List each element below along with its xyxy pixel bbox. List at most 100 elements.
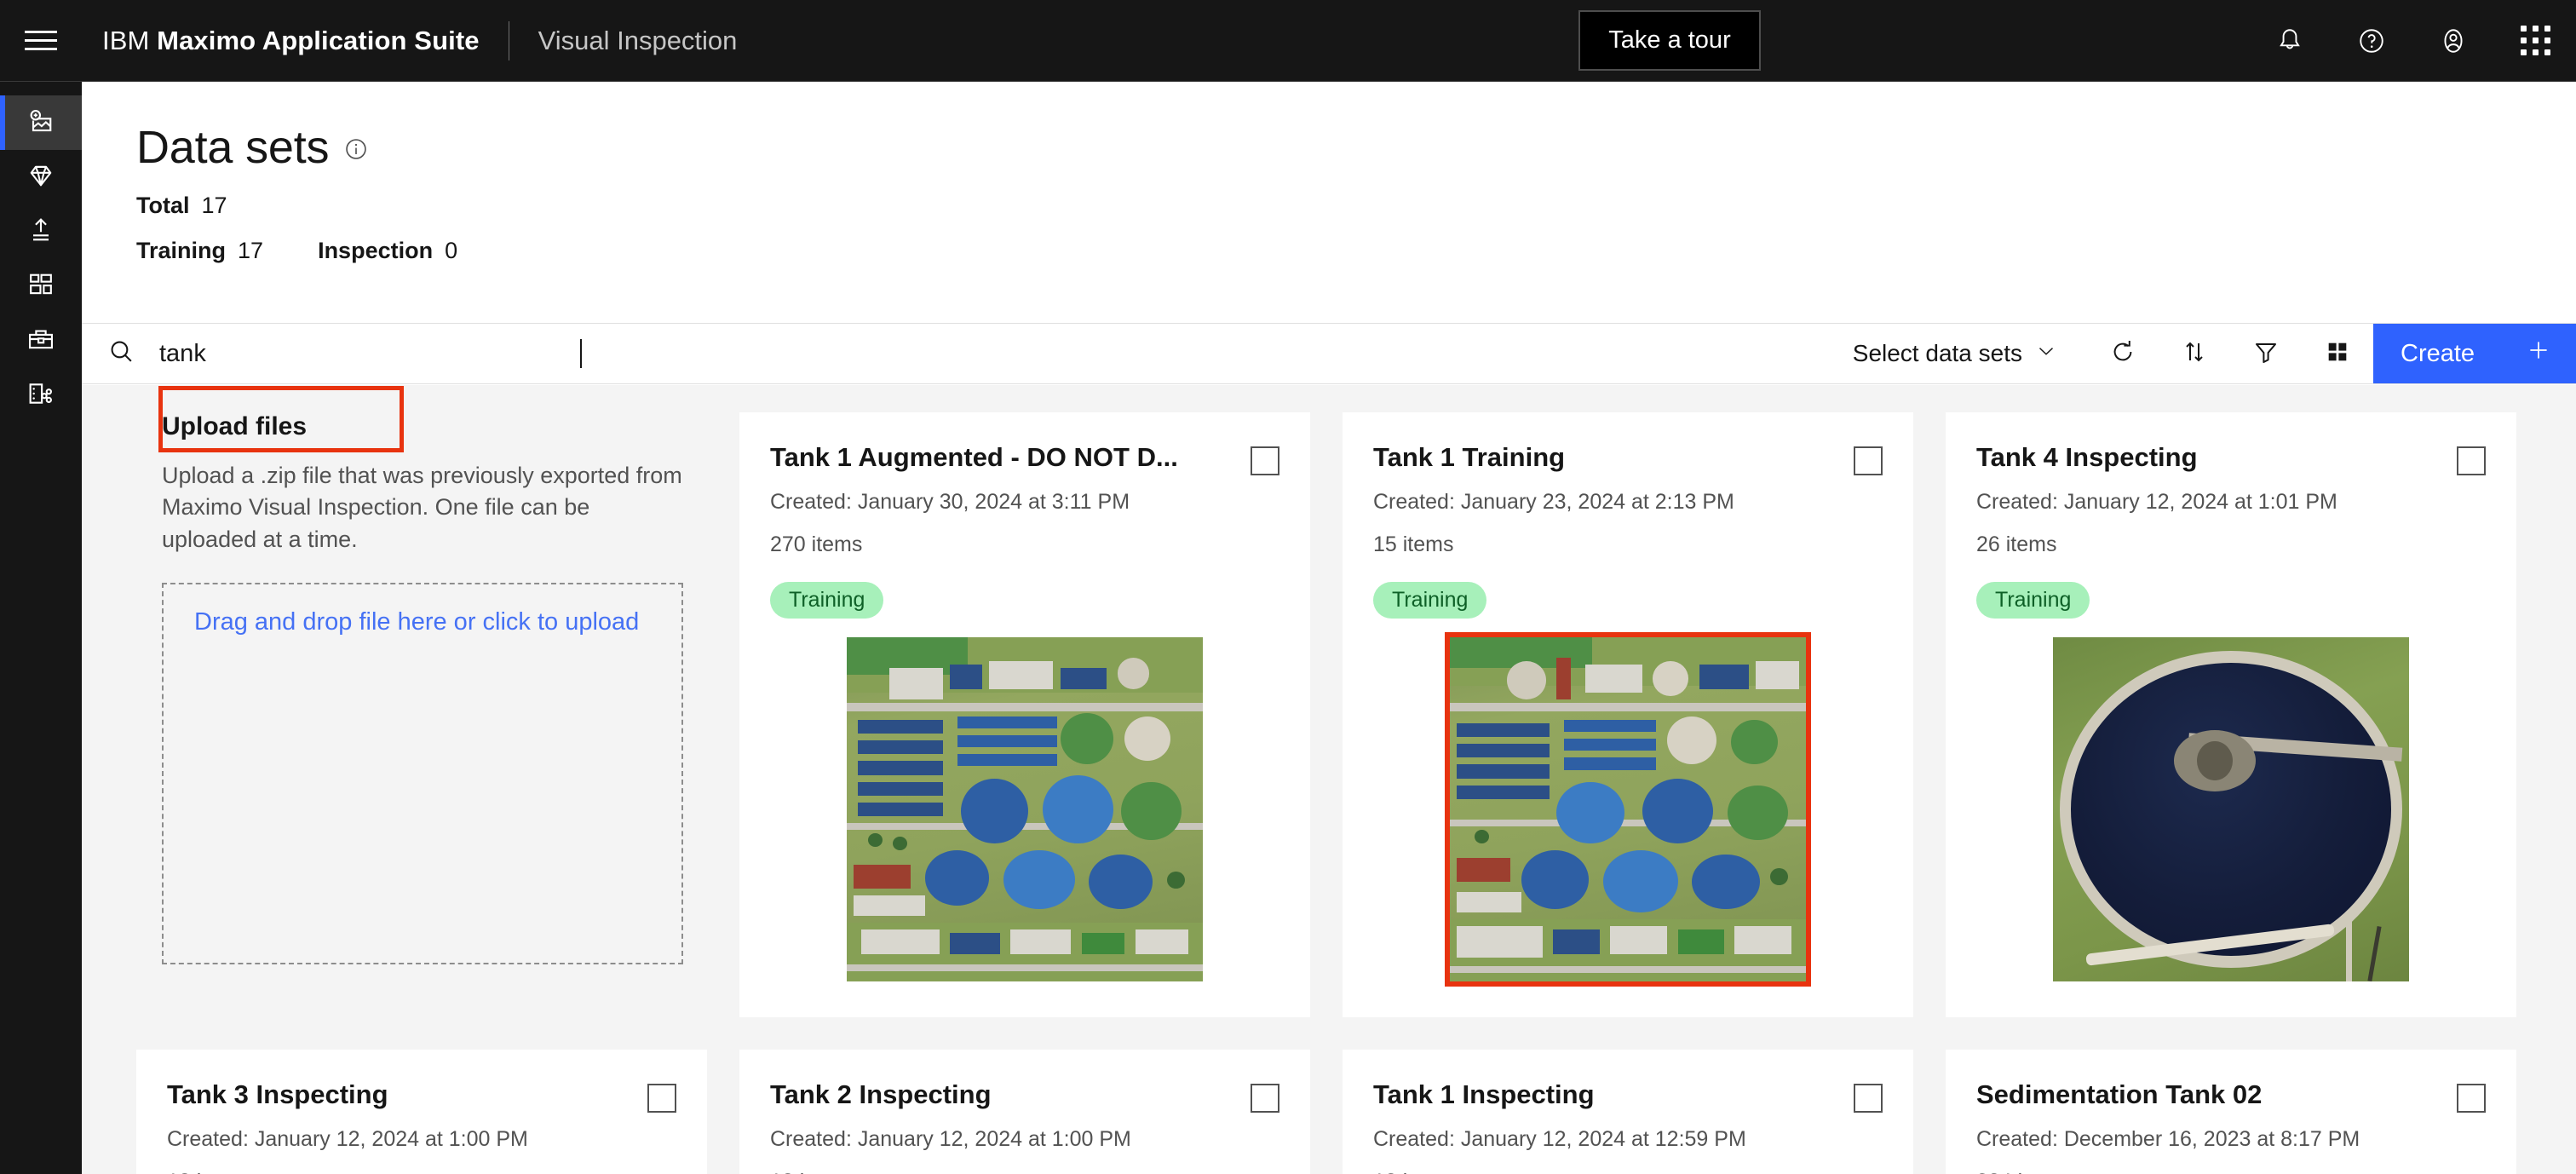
dataset-title: Tank 3 Inspecting — [167, 1080, 388, 1109]
create-button[interactable]: Create — [2373, 324, 2576, 383]
stat-training-inspection: Training 17 Inspection 0 — [136, 238, 2576, 264]
dataset-item-count: 15 items — [1373, 532, 1454, 556]
text-cursor — [580, 339, 582, 368]
stat-total-value: 17 — [201, 193, 227, 218]
card-header: Sedimentation Tank 02 — [1976, 1080, 2486, 1113]
dataset-item-count: 13 items — [1373, 1167, 1883, 1174]
information-icon[interactable] — [344, 137, 368, 165]
dataset-checkbox[interactable] — [1854, 1084, 1883, 1113]
refresh-button[interactable] — [2087, 324, 2159, 383]
page-header: Data sets — [82, 82, 2576, 174]
dataset-stats: Total 17 Training 17 Inspection 0 — [82, 193, 2576, 264]
dataset-title: Tank 1 Training — [1373, 443, 1566, 472]
dataset-title: Tank 1 Inspecting — [1373, 1080, 1595, 1109]
sidebar-item-projects[interactable] — [0, 259, 82, 314]
page-title: Data sets — [136, 122, 330, 173]
card-header: Tank 1 Augmented - DO NOT D... — [770, 443, 1279, 475]
card-header: Tank 1 Inspecting — [1373, 1080, 1883, 1113]
status-badge: Training — [770, 582, 884, 619]
help-question-icon[interactable] — [2331, 0, 2412, 81]
dataset-checkbox[interactable] — [1251, 1084, 1279, 1113]
grid-view-button[interactable] — [2302, 324, 2373, 383]
brand-prefix: IBM — [102, 25, 150, 55]
search-input[interactable] — [159, 339, 585, 368]
node-share-icon — [26, 378, 56, 413]
status-badge: Training — [1373, 582, 1487, 619]
dataset-title: Tank 1 Augmented - DO NOT D... — [770, 443, 1178, 472]
dataset-item-count: 13 items — [770, 1167, 1279, 1174]
dataset-created: Created: January 12, 2024 at 1:01 PM — [1976, 490, 2337, 514]
toolbar-actions: Select data sets Create — [1822, 324, 2576, 383]
toolbox-icon — [26, 324, 56, 359]
take-a-tour-button[interactable]: Take a tour — [1578, 10, 1761, 71]
sidebar-item-deployed-models[interactable] — [0, 204, 82, 259]
stat-total: Total 17 — [136, 193, 2576, 219]
models-gem-icon — [26, 160, 56, 195]
file-dropzone[interactable]: Drag and drop file here or click to uplo… — [162, 582, 683, 964]
grid-view-icon — [2325, 339, 2350, 369]
search-bar[interactable] — [82, 324, 1822, 383]
dataset-item-count: 26 items — [1976, 532, 2057, 556]
user-avatar-icon[interactable] — [2412, 0, 2494, 81]
hamburger-menu-icon[interactable] — [0, 0, 82, 81]
dropzone-link[interactable]: Drag and drop file here or click to uplo… — [194, 608, 639, 636]
status-badge: Training — [1976, 582, 2090, 619]
filter-button[interactable] — [2230, 324, 2302, 383]
notification-bell-icon[interactable] — [2249, 0, 2331, 81]
dataset-created: Created: January 12, 2024 at 1:00 PM — [770, 1127, 1131, 1151]
dataset-thumbnail-aerial-wastewater-plant — [847, 637, 1203, 981]
create-button-label: Create — [2401, 339, 2475, 367]
dataset-card[interactable]: Tank 1 Training Created: January 23, 202… — [1343, 412, 1913, 1017]
dataset-card[interactable]: Tank 2 Inspecting Created: January 12, 2… — [739, 1050, 1310, 1174]
projects-grid-icon — [26, 269, 56, 304]
card-header: Tank 3 Inspecting — [167, 1080, 676, 1113]
datasets-grid-area: Upload files Upload a .zip file that was… — [82, 385, 2576, 1174]
stat-inspection-label: Inspection — [318, 238, 434, 263]
dataset-card[interactable]: Tank 1 Augmented - DO NOT D... Created: … — [739, 412, 1310, 1017]
dataset-created: Created: January 12, 2024 at 1:00 PM — [167, 1127, 528, 1151]
dataset-thumbnail-aerial-circular-clarifier — [2053, 637, 2409, 981]
sort-arrows-icon — [2181, 338, 2208, 370]
thumbnail-wrapper — [770, 637, 1279, 981]
sidebar-item-data-sets[interactable] — [0, 95, 82, 150]
dataset-thumbnail-aerial-wastewater-plant-highlighted[interactable] — [1445, 632, 1811, 987]
stat-total-label: Total — [136, 193, 190, 218]
left-navigation-rail — [0, 82, 82, 1174]
app-switcher-waffle-icon[interactable] — [2494, 0, 2576, 81]
sort-button[interactable] — [2159, 324, 2230, 383]
dataset-created: Created: December 16, 2023 at 8:17 PM — [1976, 1127, 2360, 1151]
dataset-card[interactable]: Tank 3 Inspecting Created: January 12, 2… — [136, 1050, 707, 1174]
dataset-created: Created: January 12, 2024 at 12:59 PM — [1373, 1127, 1746, 1151]
stat-training-label: Training — [136, 238, 227, 263]
data-sets-icon — [26, 106, 56, 141]
header-icon-group — [2249, 0, 2576, 81]
dataset-card[interactable]: Tank 4 Inspecting Created: January 12, 2… — [1946, 412, 2516, 1017]
dataset-card[interactable]: Sedimentation Tank 02 Created: December … — [1946, 1050, 2516, 1174]
app-header: IBM Maximo Application Suite Visual Insp… — [0, 0, 2576, 82]
upload-files-panel: Upload files Upload a .zip file that was… — [136, 412, 707, 1017]
dataset-created: Created: January 30, 2024 at 3:11 PM — [770, 490, 1130, 514]
thumbnail-wrapper — [1976, 637, 2486, 981]
dataset-item-count: 234 items — [1976, 1167, 2486, 1174]
card-header: Tank 1 Training — [1373, 443, 1883, 475]
dataset-checkbox[interactable] — [2457, 1084, 2486, 1113]
filter-funnel-icon — [2252, 338, 2280, 370]
dataset-checkbox[interactable] — [1854, 446, 1883, 475]
sidebar-item-models[interactable] — [0, 150, 82, 204]
dataset-checkbox[interactable] — [1251, 446, 1279, 475]
chevron-down-icon — [2036, 340, 2056, 367]
sidebar-item-tools[interactable] — [0, 314, 82, 368]
select-data-sets-dropdown[interactable]: Select data sets — [1822, 324, 2087, 383]
upload-files-title: Upload files — [162, 412, 308, 440]
product-name: Visual Inspection — [538, 25, 738, 55]
dataset-checkbox[interactable] — [2457, 446, 2486, 475]
dataset-title: Tank 2 Inspecting — [770, 1080, 992, 1109]
dataset-card[interactable]: Tank 1 Inspecting Created: January 12, 2… — [1343, 1050, 1913, 1174]
sidebar-item-inference[interactable] — [0, 368, 82, 423]
refresh-icon — [2109, 338, 2136, 370]
datasets-grid: Upload files Upload a .zip file that was… — [82, 385, 2576, 1174]
deploy-upload-icon — [26, 215, 56, 250]
dataset-title: Sedimentation Tank 02 — [1976, 1080, 2263, 1109]
dataset-checkbox[interactable] — [647, 1084, 676, 1113]
brand-name: Maximo Application Suite — [157, 25, 480, 55]
